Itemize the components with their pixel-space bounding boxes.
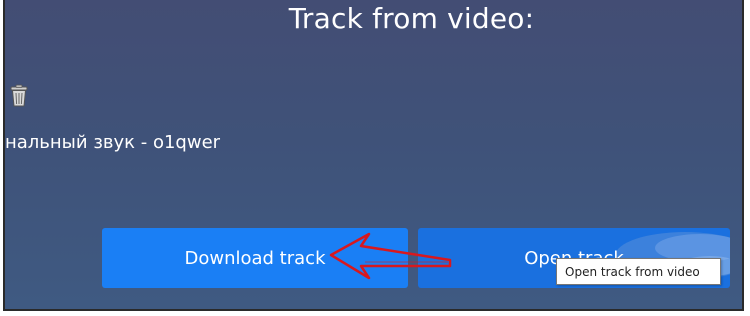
trash-icon[interactable] (8, 84, 30, 108)
download-track-label: Download track (184, 247, 326, 269)
track-name: нальный звук - o1qwer (5, 132, 221, 153)
red-arrow-icon (329, 232, 452, 280)
section-title: Track from video: (288, 2, 535, 35)
track-panel: Track from video: нальный звук - o1qwer … (3, 0, 744, 311)
tooltip: Open track from video (556, 258, 721, 285)
